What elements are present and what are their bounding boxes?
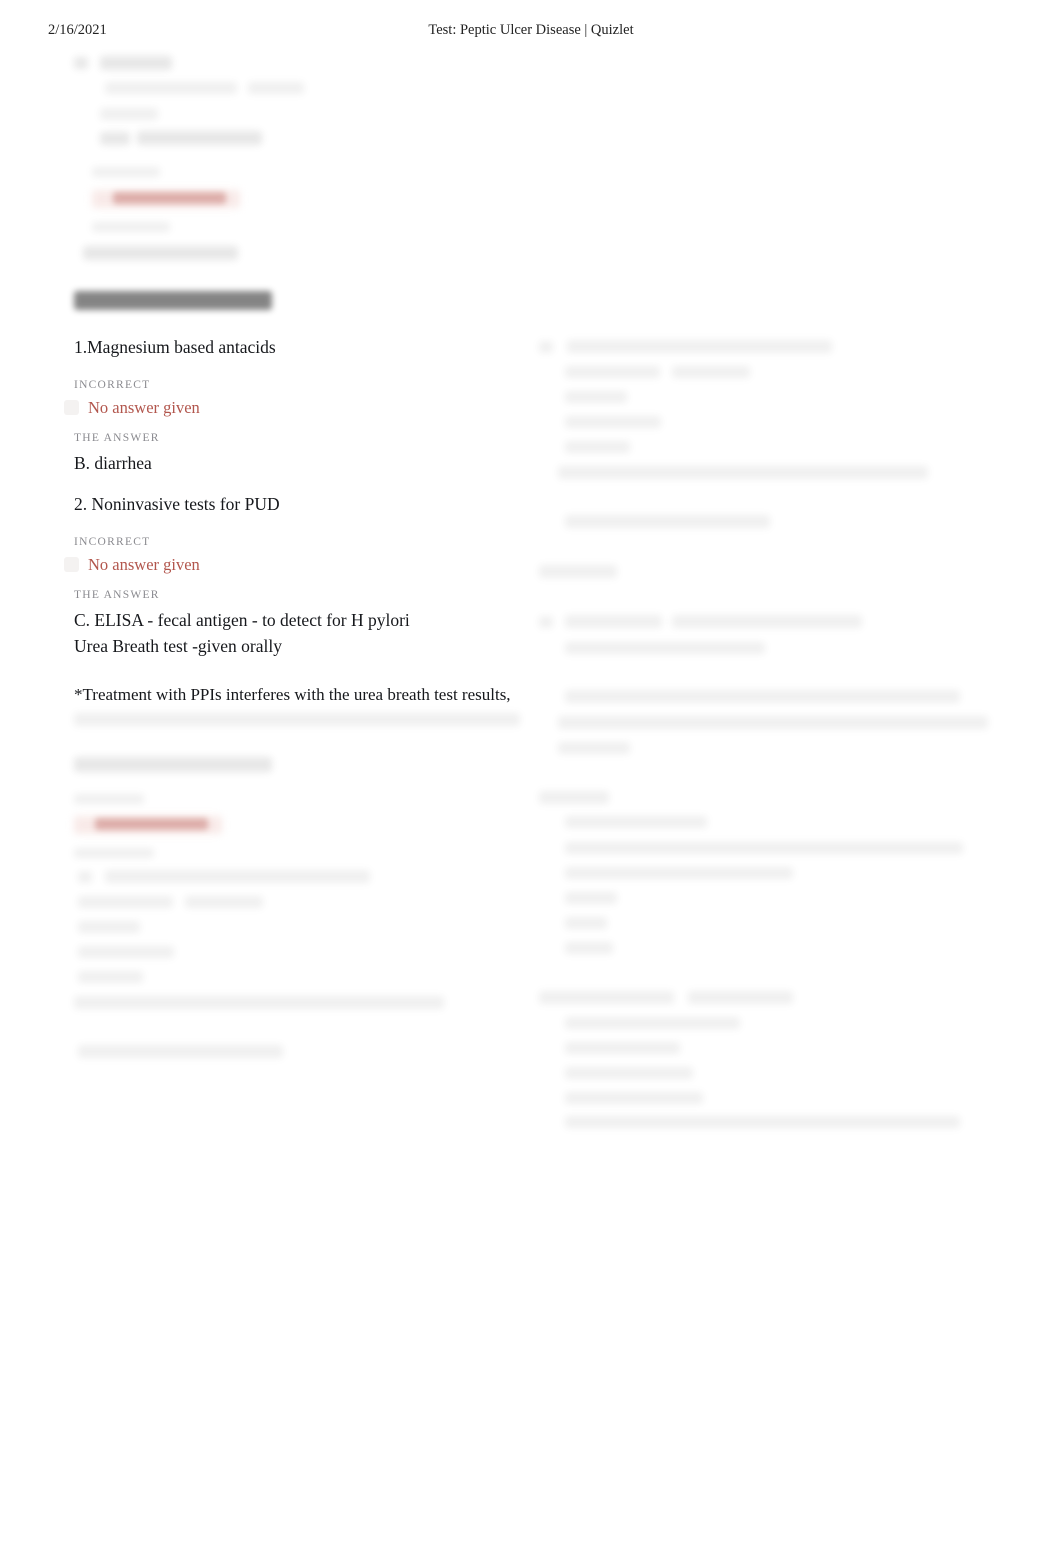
print-header: 2/16/2021 Test: Peptic Ulcer Disease | Q… xyxy=(0,22,1062,44)
blurred-text-line xyxy=(78,1045,283,1058)
blurred-text-line xyxy=(565,816,707,828)
question-block: 2. Noninvasive tests for PUD INCORRECT N… xyxy=(64,493,544,658)
blurred-text-line xyxy=(105,870,370,883)
blurred-answer-label xyxy=(74,848,154,858)
given-answer-row: No answer given xyxy=(64,555,544,575)
question-status-label: INCORRECT xyxy=(74,378,151,391)
blurred-text-line xyxy=(105,82,237,94)
blurred-text-line xyxy=(565,366,660,378)
ppi-note: *Treatment with PPIs interferes with the… xyxy=(74,685,511,704)
given-answer-text: No answer given xyxy=(88,397,200,417)
blurred-text-line xyxy=(565,942,613,954)
blurred-text-line xyxy=(565,1116,960,1128)
blurred-section-heading xyxy=(74,757,272,772)
blurred-text-line xyxy=(672,615,862,628)
blurred-text-line xyxy=(539,791,609,804)
blurred-text-line xyxy=(78,971,143,983)
blurred-text-line xyxy=(74,996,444,1009)
blurred-no-answer-text xyxy=(95,818,208,830)
blurred-text-line xyxy=(565,1067,693,1079)
question-block: 1.Magnesium based antacids INCORRECT No … xyxy=(64,336,544,475)
blurred-text-line xyxy=(83,246,238,260)
correct-answer-text: C. ELISA - fecal antigen - to detect for… xyxy=(74,609,410,630)
blurred-text-line xyxy=(688,991,793,1004)
answer-swatch-icon xyxy=(64,400,79,416)
blurred-status-label xyxy=(74,794,144,804)
blurred-text-line xyxy=(565,416,661,428)
correct-answer-text-line2: Urea Breath test -given orally xyxy=(74,635,282,656)
blurred-text-line xyxy=(565,1017,740,1029)
blurred-text-line xyxy=(185,896,263,908)
question-prompt: 2. Noninvasive tests for PUD xyxy=(74,494,280,514)
blurred-text-line xyxy=(539,565,617,578)
blurred-text-line xyxy=(558,716,988,729)
blurred-text-line xyxy=(78,921,140,933)
blurred-text-line xyxy=(565,441,630,453)
blurred-text-line xyxy=(567,340,832,353)
blurred-text-line xyxy=(100,56,172,70)
blurred-section-heading xyxy=(74,291,272,310)
blurred-text-line xyxy=(565,867,793,879)
blurred-text-line xyxy=(565,515,770,528)
blurred-text-line xyxy=(78,871,92,883)
blurred-text-line xyxy=(565,917,607,929)
blurred-text-line xyxy=(558,742,630,754)
blurred-text-line xyxy=(100,108,158,120)
blurred-text-line xyxy=(565,842,963,854)
blurred-text-line xyxy=(78,896,173,908)
blurred-text-line xyxy=(565,690,960,703)
blurred-no-answer-text xyxy=(113,192,226,204)
blurred-text-line xyxy=(248,82,304,94)
blurred-text-line xyxy=(78,946,174,958)
blurred-text-line xyxy=(539,616,553,628)
blurred-answer-label xyxy=(92,222,170,232)
blurred-text-line xyxy=(74,57,88,69)
blurred-text-line xyxy=(565,1042,680,1054)
document-title: Test: Peptic Ulcer Disease | Quizlet xyxy=(428,22,634,38)
given-answer-row: No answer given xyxy=(64,398,544,418)
correct-answer-text: B. diarrhea xyxy=(74,452,152,473)
blurred-text-line xyxy=(672,366,750,378)
blurred-text-line xyxy=(565,615,662,628)
blurred-text-line xyxy=(74,713,520,726)
blurred-text-line xyxy=(565,642,765,654)
blurred-text-line xyxy=(100,132,130,145)
blurred-text-line xyxy=(539,341,553,353)
answer-swatch-icon xyxy=(64,557,79,573)
blurred-text-line xyxy=(565,1092,703,1104)
question-status-label: INCORRECT xyxy=(74,535,151,548)
blurred-text-line xyxy=(558,466,928,479)
blurred-text-line xyxy=(539,991,674,1004)
given-answer-text: No answer given xyxy=(88,554,200,574)
blurred-text-line xyxy=(565,892,617,904)
blurred-text-line xyxy=(565,391,627,403)
question-prompt: 1.Magnesium based antacids xyxy=(74,337,276,357)
correct-answer-label: THE ANSWER xyxy=(74,431,160,444)
blurred-text-line xyxy=(137,131,262,145)
blurred-status-label xyxy=(92,167,160,177)
correct-answer-label: THE ANSWER xyxy=(74,588,160,601)
